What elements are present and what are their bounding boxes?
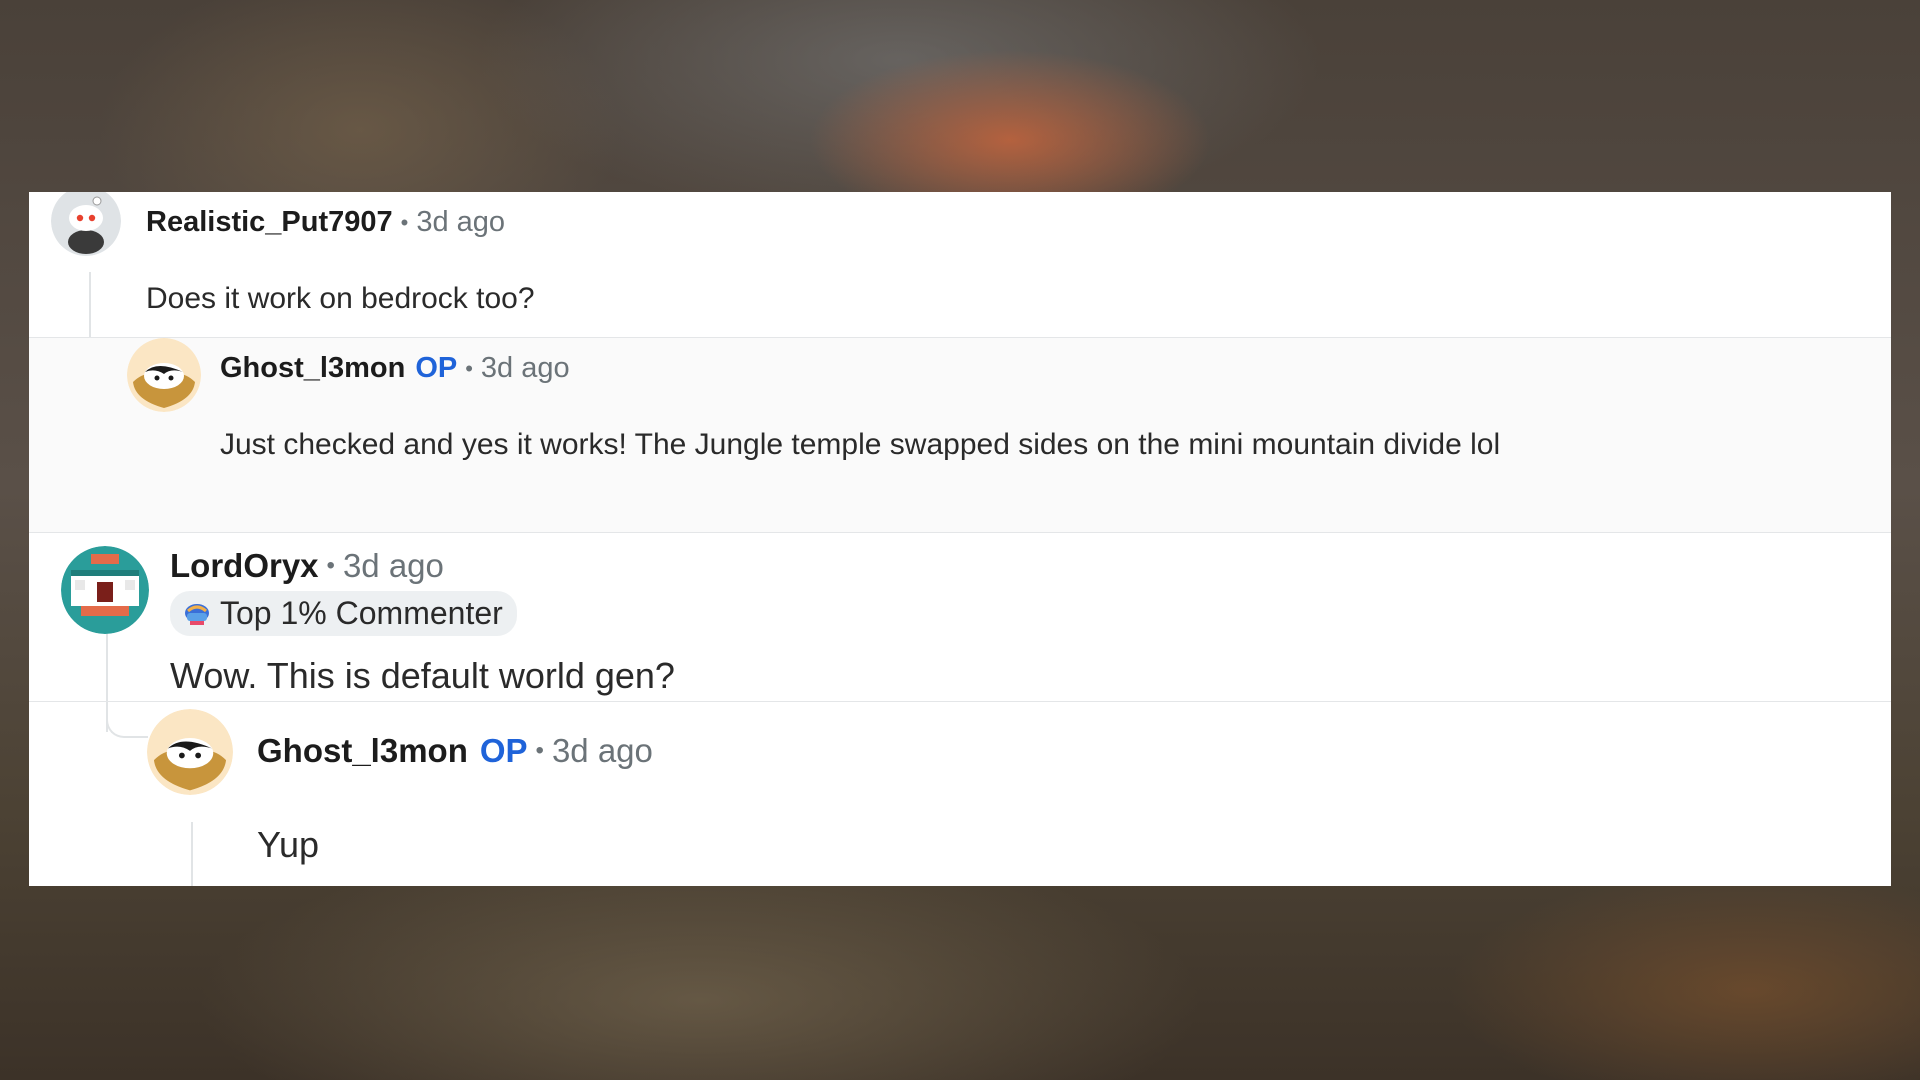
comment-meta: Ghost_l3mon OP • 3d ago <box>257 732 653 770</box>
comment-body: Just checked and yes it works! The Jungl… <box>220 428 1501 461</box>
op-badge: OP <box>415 352 458 384</box>
comment-meta: LordOryx • 3d ago <box>170 547 444 585</box>
comment-body: Does it work on bedrock too? <box>146 282 535 315</box>
commenter-badge-icon <box>182 599 212 629</box>
comment: Ghost_l3mon OP • 3d ago Just checked and… <box>29 338 1891 532</box>
timestamp[interactable]: 3d ago <box>343 547 444 585</box>
op-badge: OP <box>479 732 528 769</box>
meta-separator: • <box>535 737 544 764</box>
snoo-avatar-icon[interactable] <box>51 192 121 256</box>
timestamp[interactable]: 3d ago <box>552 732 653 770</box>
comment-meta: Realistic_Put7907 • 3d ago <box>146 206 505 239</box>
meta-separator: • <box>400 209 409 235</box>
username-link[interactable]: Ghost_l3mon <box>257 732 468 770</box>
comment-body: Wow. This is default world gen? <box>170 655 675 696</box>
ghost-avatar-icon[interactable] <box>147 709 233 795</box>
meta-separator: • <box>326 552 335 579</box>
user-flair[interactable]: Top 1% Commenter <box>170 591 517 636</box>
username-link[interactable]: Ghost_l3mon <box>220 352 405 385</box>
comment-body: Yup <box>257 824 320 865</box>
comment: LordOryx • 3d ago Top 1% Commenter Wow. … <box>29 533 1891 701</box>
username-link[interactable]: Realistic_Put7907 <box>146 206 393 239</box>
comment-thread: Realistic_Put7907 • 3d ago Does it work … <box>29 192 1891 886</box>
comment-meta: Ghost_l3mon OP • 3d ago <box>220 352 570 385</box>
ghost-avatar-icon[interactable] <box>127 338 201 412</box>
timestamp[interactable]: 3d ago <box>481 352 570 385</box>
username-link[interactable]: LordOryx <box>170 547 319 585</box>
pixel-avatar-icon[interactable] <box>61 546 149 634</box>
flair-label: Top 1% Commenter <box>220 595 503 631</box>
meta-separator: • <box>465 355 473 381</box>
comment: Realistic_Put7907 • 3d ago Does it work … <box>29 192 1891 337</box>
timestamp[interactable]: 3d ago <box>416 206 505 239</box>
comment: Ghost_l3mon OP • 3d ago Yup <box>29 702 1891 886</box>
